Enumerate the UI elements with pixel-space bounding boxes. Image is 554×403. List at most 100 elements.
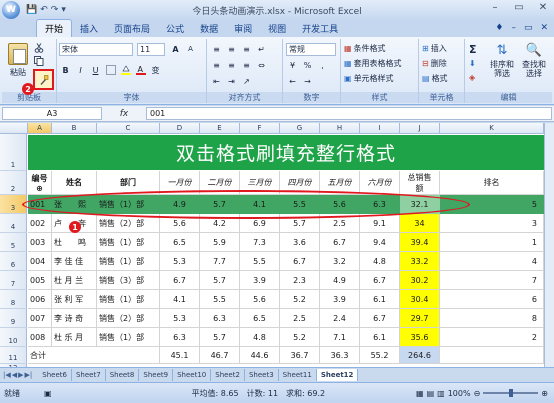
cell-may[interactable]: 3.2	[320, 252, 360, 271]
restore-button[interactable]: ▭	[512, 2, 526, 13]
cell-apr[interactable]: 2.3	[280, 271, 320, 290]
total-cell-feb[interactable]: 46.7	[200, 347, 240, 364]
decrease-indent-icon[interactable]: ⇤	[210, 75, 223, 87]
formula-input[interactable]: 001	[146, 107, 552, 120]
cell-mar[interactable]: 6.9	[240, 214, 280, 233]
cell-name[interactable]: 张 利 军	[52, 290, 97, 309]
cell-jun[interactable]: 4.8	[360, 252, 400, 271]
row-header-4[interactable]: 4	[0, 214, 27, 233]
normal-view-icon[interactable]: ▦	[416, 389, 424, 398]
cell-total[interactable]: 32.1	[400, 195, 440, 214]
sheet-tab-sheet11[interactable]: Sheet11	[279, 368, 317, 381]
font-size-select[interactable]: 11	[137, 43, 165, 56]
row-header-1[interactable]: 1	[0, 134, 27, 171]
cell-total[interactable]: 33.2	[400, 252, 440, 271]
orientation-icon[interactable]: ↗	[240, 75, 253, 87]
cell-apr[interactable]: 3.6	[280, 233, 320, 252]
row-header-5[interactable]: 5	[0, 233, 27, 252]
autosum-button[interactable]: Σ	[469, 43, 477, 56]
cell-jan[interactable]: 6.5	[160, 233, 200, 252]
fill-button[interactable]: ⬇	[469, 59, 476, 68]
first-sheet-icon[interactable]: |◀	[3, 371, 11, 379]
underline-button[interactable]: U	[89, 64, 102, 76]
column-header-c[interactable]: C	[97, 123, 160, 134]
cell-jan[interactable]: 5.3	[160, 252, 200, 271]
cell-id[interactable]: 007	[28, 309, 52, 328]
fill-color-button[interactable]	[119, 64, 132, 76]
font-name-select[interactable]: 宋体	[59, 43, 133, 56]
cell-dept[interactable]: 销售（1）部	[97, 195, 160, 214]
align-middle-icon[interactable]: ≡	[225, 43, 238, 55]
column-header-i[interactable]: I	[360, 123, 400, 134]
cell-mar[interactable]: 4.1	[240, 195, 280, 214]
sort-filter-button[interactable]: ⇅ 排序和筛选	[487, 43, 517, 78]
cell-name[interactable]: 李 诗 奇	[52, 309, 97, 328]
font-color-button[interactable]: A	[134, 64, 147, 76]
font-size-combo[interactable]: 11	[137, 43, 165, 56]
cell-jan[interactable]: 5.3	[160, 309, 200, 328]
cell-may[interactable]: 2.4	[320, 309, 360, 328]
sheet-tab-sheet9[interactable]: Sheet9	[139, 368, 174, 381]
number-format-select[interactable]: 常规	[286, 43, 336, 56]
align-bottom-icon[interactable]: ≡	[240, 43, 253, 55]
cell-rank[interactable]: 2	[440, 328, 544, 347]
delete-cells-button[interactable]: ⊟ 删除	[422, 58, 447, 69]
cell-name[interactable]: 杜 月 兰	[52, 271, 97, 290]
increase-decimal-icon[interactable]: ←	[286, 75, 299, 87]
cell-styles-button[interactable]: ▣ 单元格样式	[344, 73, 394, 84]
sheet-tab-sheet8[interactable]: Sheet8	[106, 368, 140, 381]
cell-id[interactable]: 006	[28, 290, 52, 309]
vertical-scrollbar[interactable]	[544, 123, 554, 367]
align-left-icon[interactable]: ≡	[210, 59, 223, 71]
cell-rank[interactable]: 4	[440, 252, 544, 271]
cell-name[interactable]: 张 熙	[52, 195, 97, 214]
save-icon[interactable]: 💾	[26, 5, 37, 15]
cell-total[interactable]: 30.2	[400, 271, 440, 290]
column-header-d[interactable]: D	[160, 123, 200, 134]
sheet-tab-sheet7[interactable]: Sheet7	[72, 368, 106, 381]
align-top-icon[interactable]: ≡	[210, 43, 223, 55]
row-header-10[interactable]: 10	[0, 328, 27, 347]
cell-dept[interactable]: 销售（1）部	[97, 290, 160, 309]
format-cells-button[interactable]: ▤ 格式	[422, 73, 448, 84]
cell-feb[interactable]: 6.3	[200, 309, 240, 328]
clear-button[interactable]: ◈	[469, 73, 475, 82]
cell-feb[interactable]: 7.7	[200, 252, 240, 271]
cell-id[interactable]: 003	[28, 233, 52, 252]
cell-rank[interactable]: 6	[440, 290, 544, 309]
cell-jun[interactable]: 6.1	[360, 328, 400, 347]
doc-restore-button[interactable]: ▭	[524, 23, 533, 33]
cell-id[interactable]: 004	[28, 252, 52, 271]
merge-center-icon[interactable]: ⇔	[255, 59, 268, 71]
cell-mar[interactable]: 5.5	[240, 252, 280, 271]
zoom-in-button[interactable]: ⊕	[541, 389, 548, 398]
row-header-8[interactable]: 8	[0, 290, 27, 309]
zoom-level[interactable]: 100%	[448, 389, 471, 398]
cell-dept[interactable]: 销售（2）部	[97, 309, 160, 328]
cell-jun[interactable]: 6.7	[360, 271, 400, 290]
header-cell-mar[interactable]: 三月份	[240, 171, 280, 195]
cell-id[interactable]: 008	[28, 328, 52, 347]
cell-apr[interactable]: 5.2	[280, 328, 320, 347]
cell-total[interactable]: 34	[400, 214, 440, 233]
cell-mar[interactable]: 4.8	[240, 328, 280, 347]
cell-feb[interactable]: 5.7	[200, 328, 240, 347]
total-cell-jun[interactable]: 55.2	[360, 347, 400, 364]
cell-jun[interactable]: 6.3	[360, 195, 400, 214]
percent-icon[interactable]: %	[301, 59, 314, 71]
cell-dept[interactable]: 销售（2）部	[97, 214, 160, 233]
header-cell-feb[interactable]: 二月份	[200, 171, 240, 195]
cell-total[interactable]: 29.7	[400, 309, 440, 328]
cell-mar[interactable]: 6.5	[240, 309, 280, 328]
number-format-combo[interactable]: 常规	[286, 43, 336, 56]
cell-jan[interactable]: 6.3	[160, 328, 200, 347]
zoom-slider[interactable]	[483, 389, 539, 397]
zoom-out-button[interactable]: ⊖	[474, 389, 481, 398]
cell-jun[interactable]: 6.7	[360, 309, 400, 328]
column-header-b[interactable]: B	[52, 123, 97, 134]
copy-button[interactable]	[34, 56, 44, 66]
cell-id[interactable]: 005	[28, 271, 52, 290]
sheet-banner-title[interactable]: 双击格式刷填充整行格式	[28, 135, 544, 170]
column-header-j[interactable]: J	[400, 123, 440, 134]
total-cell-apr[interactable]: 36.7	[280, 347, 320, 364]
